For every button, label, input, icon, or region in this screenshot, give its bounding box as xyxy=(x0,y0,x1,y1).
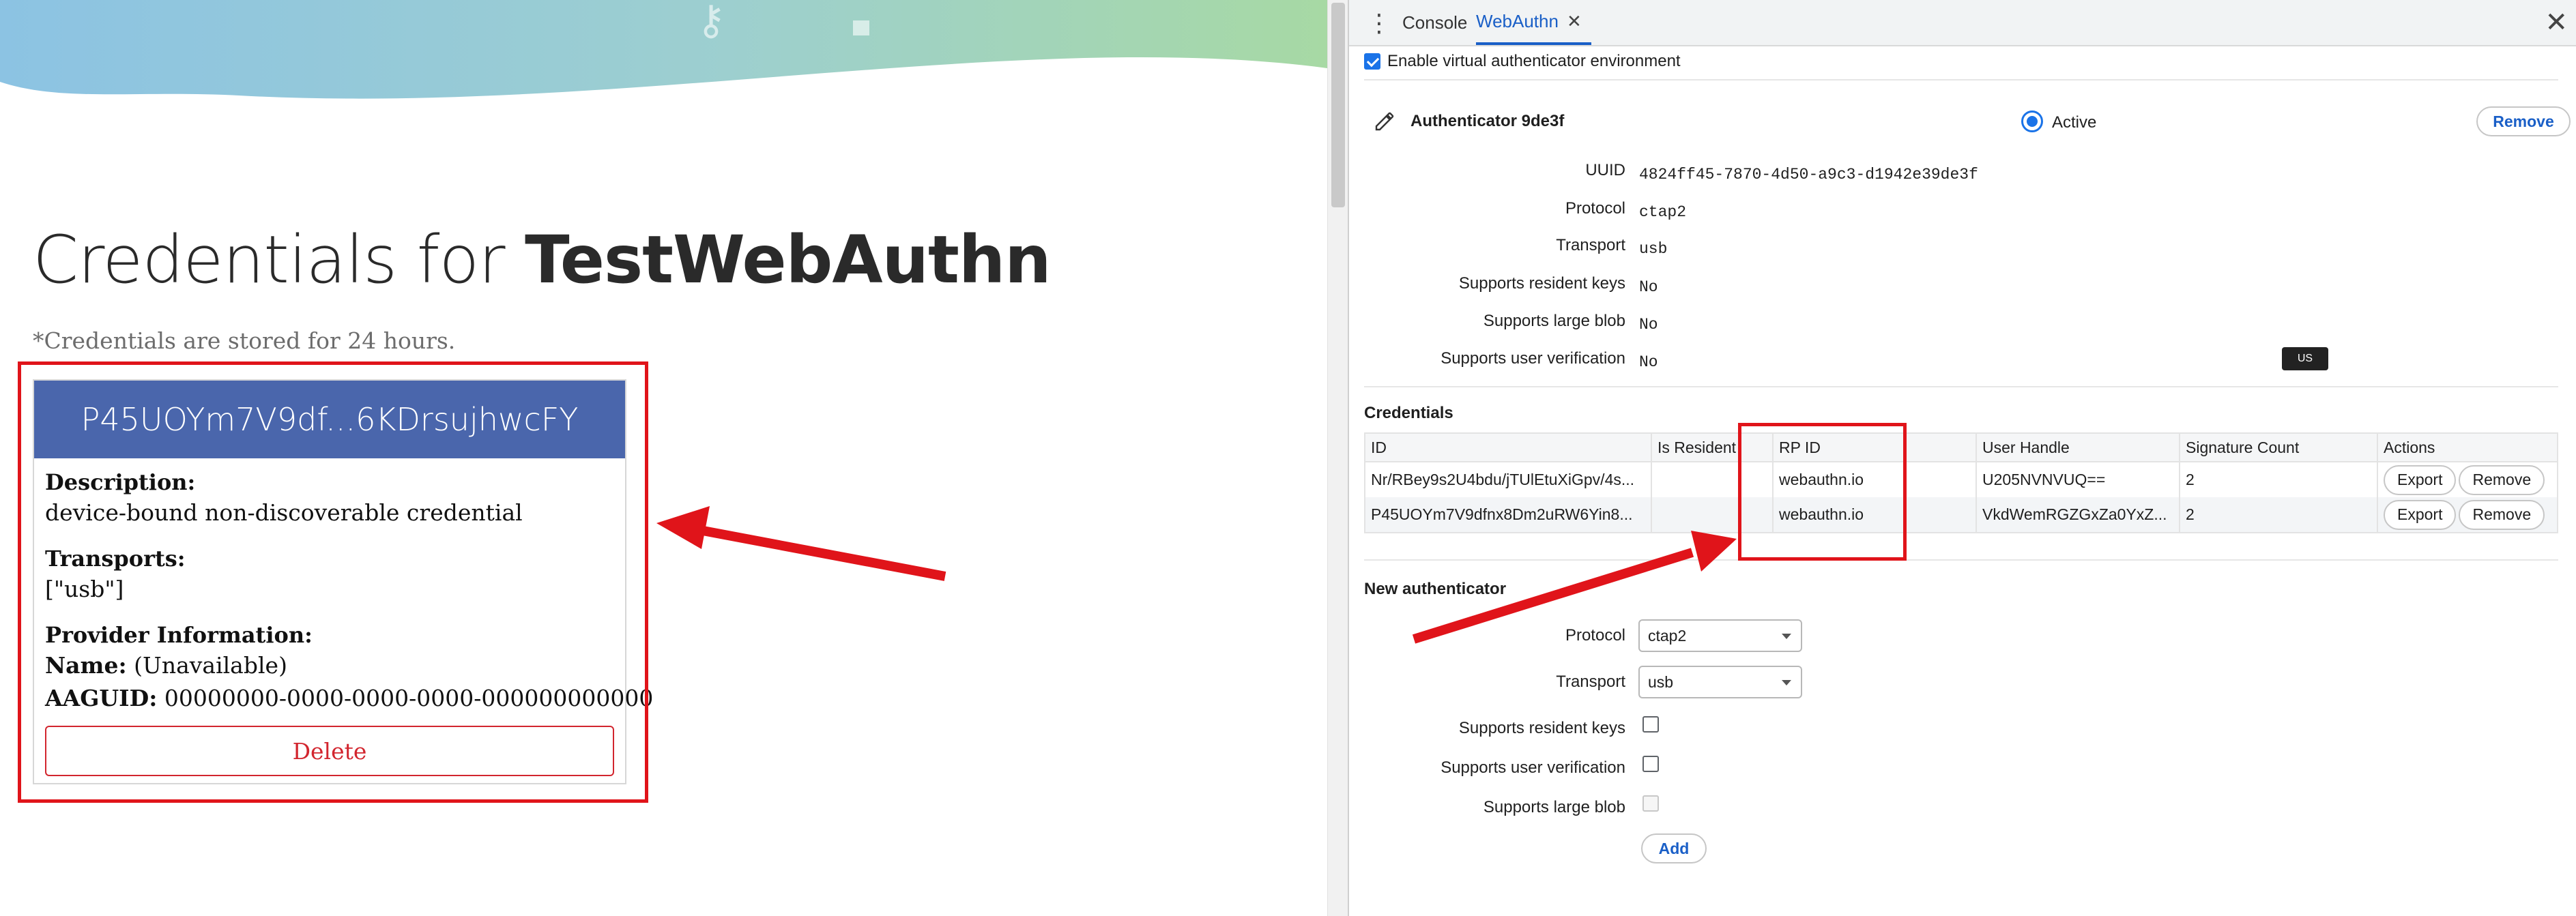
remove-credential-button[interactable]: Remove xyxy=(2459,464,2545,495)
table-row: P45UOYm7V9dfnx8Dm2uRW6Yin8... webauthn.i… xyxy=(1364,497,2558,533)
col-id: ID xyxy=(1364,432,1652,462)
new-user-verification-label: Supports user verification xyxy=(1441,758,1625,777)
edit-pencil-icon[interactable] xyxy=(1374,110,1395,132)
uuid-label: UUID xyxy=(1585,161,1625,179)
transport-select-value: usb xyxy=(1648,673,1674,691)
remove-authenticator-button[interactable]: Remove xyxy=(2476,106,2571,136)
close-devtools-icon[interactable]: ✕ xyxy=(2545,7,2568,38)
active-radio[interactable] xyxy=(2021,110,2043,132)
transport-value: usb xyxy=(1639,240,1668,258)
large-blob-checkbox xyxy=(1642,795,1659,812)
enable-virtual-env-label: Enable virtual authenticator environment xyxy=(1387,52,1681,70)
page-title-site: TestWebAuthn xyxy=(525,222,1051,298)
table-row: Nr/RBey9s2U4bdu/jTUlEtuXiGpv/4s... webau… xyxy=(1364,462,2558,497)
page-title-prefix: Credentials for xyxy=(33,222,525,298)
protocol-label: Protocol xyxy=(1565,199,1625,218)
active-label: Active xyxy=(2052,113,2097,132)
keyboard-language-badge: US xyxy=(2282,347,2328,370)
more-options-icon[interactable]: ⋮ xyxy=(1367,10,1391,38)
export-button[interactable]: Export xyxy=(2384,464,2457,495)
protocol-select-value: ctap2 xyxy=(1648,626,1687,645)
resident-keys-checkbox[interactable] xyxy=(1642,716,1659,733)
page-scrollbar[interactable] xyxy=(1327,0,1348,916)
credentials-heading: Credentials xyxy=(1364,404,1453,422)
protocol-select[interactable]: ctap2 xyxy=(1638,619,1802,652)
cell-signature-count: 2 xyxy=(2179,497,2378,533)
storage-note: *Credentials are stored for 24 hours. xyxy=(33,327,456,354)
new-authenticator-heading: New authenticator xyxy=(1364,580,1507,598)
cell-id: P45UOYm7V9dfnx8Dm2uRW6Yin8... xyxy=(1364,497,1652,533)
user-verification-value: No xyxy=(1639,353,1658,371)
tab-console-label: Console xyxy=(1402,12,1468,33)
protocol-value: ctap2 xyxy=(1639,203,1687,221)
cell-user-handle: U205NVNVUQ== xyxy=(1976,462,2180,497)
new-protocol-label: Protocol xyxy=(1565,626,1625,645)
remove-credential-button[interactable]: Remove xyxy=(2459,499,2545,530)
transport-label: Transport xyxy=(1556,236,1625,254)
tab-webauthn-label: WebAuthn xyxy=(1476,10,1559,31)
resident-keys-label: Supports resident keys xyxy=(1458,274,1625,293)
chevron-down-icon xyxy=(1782,634,1791,639)
header-wave-banner: ⚷ xyxy=(0,0,1327,99)
new-resident-keys-label: Supports resident keys xyxy=(1458,719,1625,737)
resident-keys-value: No xyxy=(1639,278,1658,296)
rp-id-highlight-box xyxy=(1738,423,1907,561)
divider xyxy=(1364,79,2558,80)
card-highlight-box xyxy=(18,361,648,803)
authenticator-name: Authenticator 9de3f xyxy=(1410,112,1565,130)
add-authenticator-button[interactable]: Add xyxy=(1641,833,1707,863)
col-user-handle: User Handle xyxy=(1976,432,2180,462)
devtools-tabbar: ⋮ Console WebAuthn ✕ ✕ xyxy=(1349,0,2576,46)
cell-id: Nr/RBey9s2U4bdu/jTUlEtuXiGpv/4s... xyxy=(1364,462,1652,497)
divider xyxy=(1364,559,2558,561)
svg-text:⚷: ⚷ xyxy=(696,0,726,44)
tab-console[interactable]: Console xyxy=(1402,0,1467,45)
chevron-down-icon xyxy=(1782,680,1791,685)
website-viewport: ⚷ Credentials for TestWebAuthn *Credenti… xyxy=(0,0,1327,916)
uuid-value: 4824ff45-7870-4d50-a9c3-d1942e39de3f xyxy=(1639,166,1978,183)
close-tab-icon[interactable]: ✕ xyxy=(1567,11,1582,32)
page-title: Credentials for TestWebAuthn xyxy=(33,222,1052,298)
cell-actions: Export Remove xyxy=(2377,497,2558,533)
new-transport-label: Transport xyxy=(1556,673,1625,691)
user-verification-checkbox[interactable] xyxy=(1642,756,1659,772)
page-scrollbar-thumb[interactable] xyxy=(1331,3,1345,207)
user-verification-label: Supports user verification xyxy=(1441,349,1625,368)
transport-select[interactable]: usb xyxy=(1638,666,1802,698)
divider xyxy=(1364,386,2558,387)
cell-signature-count: 2 xyxy=(2179,462,2378,497)
col-signature-count: Signature Count xyxy=(2179,432,2378,462)
enable-virtual-env-checkbox[interactable] xyxy=(1364,53,1380,70)
col-actions: Actions xyxy=(2377,432,2558,462)
credentials-table: ID Is Resident RP ID User Handle Signatu… xyxy=(1364,432,2558,533)
tab-webauthn[interactable]: WebAuthn ✕ xyxy=(1476,0,1591,45)
devtools-panel: ⋮ Console WebAuthn ✕ ✕ Enable virtual aut… xyxy=(1348,0,2576,916)
large-blob-value: No xyxy=(1639,316,1658,334)
cell-user-handle: VkdWemRGZGxZa0YxZ... xyxy=(1976,497,2180,533)
large-blob-label: Supports large blob xyxy=(1483,312,1625,330)
export-button[interactable]: Export xyxy=(2384,499,2457,530)
cell-actions: Export Remove xyxy=(2377,462,2558,497)
new-large-blob-label: Supports large blob xyxy=(1483,798,1625,816)
